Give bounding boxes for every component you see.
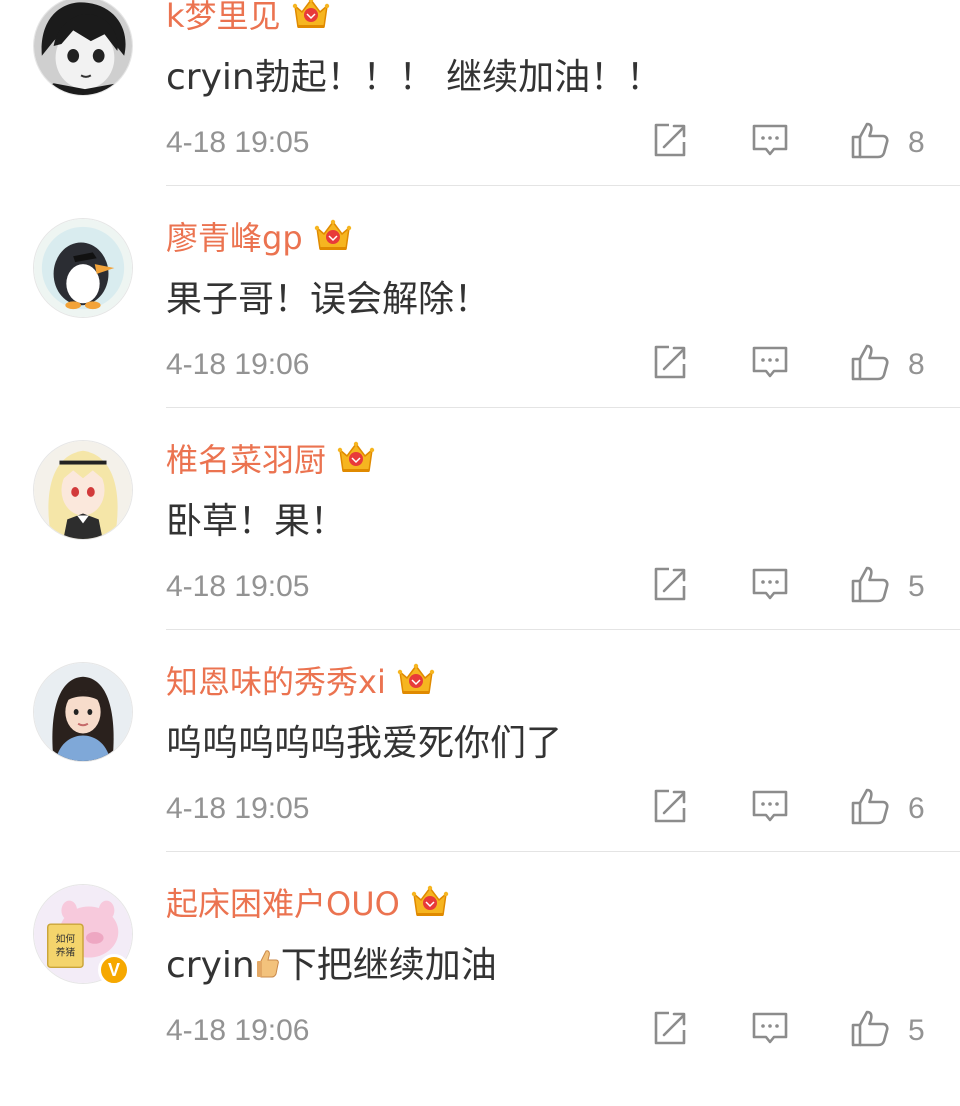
timestamp: 4-18 19:06: [166, 348, 310, 381]
comment-icon: [750, 120, 790, 160]
comment-item: 如何 养猪 V 起床困难户OUO cryin 下把继续加油 4-18 19:06 …: [0, 884, 960, 1106]
comment-text: cryin勃起！！！ 继续加油！！: [166, 57, 663, 98]
username[interactable]: k梦里见: [166, 0, 281, 37]
divider: [166, 851, 960, 852]
like-count: 5: [908, 1014, 925, 1047]
svg-text:如何: 如何: [56, 932, 76, 945]
crown-badge-icon[interactable]: [313, 216, 353, 256]
comment-icon: [750, 786, 790, 826]
crown-badge-icon[interactable]: [291, 0, 331, 34]
svg-text:养猪: 养猪: [56, 946, 76, 959]
avatar[interactable]: [33, 0, 133, 96]
like-icon: [850, 1008, 890, 1048]
divider: [166, 407, 960, 408]
like-icon: [850, 120, 890, 160]
share-icon: [650, 120, 690, 160]
like-count: 5: [908, 570, 925, 603]
crown-badge-icon[interactable]: [396, 660, 436, 700]
share-button[interactable]: [650, 342, 690, 382]
divider: [166, 629, 960, 630]
comment-item: k梦里见 cryin勃起！！！ 继续加油！！ 4-18 19:05 8: [0, 0, 960, 218]
timestamp: 4-18 19:05: [166, 126, 310, 159]
like-count: 8: [908, 126, 925, 159]
username[interactable]: 廖青峰gp: [166, 213, 303, 259]
like-icon: [850, 342, 890, 382]
reply-button[interactable]: [750, 1008, 790, 1048]
share-icon: [650, 564, 690, 604]
comment-icon: [750, 342, 790, 382]
reply-button[interactable]: [750, 120, 790, 160]
thumbs-up-emoji: [256, 950, 279, 978]
reply-button[interactable]: [750, 564, 790, 604]
crown-badge-icon[interactable]: [410, 882, 450, 922]
comment-text: 呜呜呜呜呜我爱死你们了: [166, 723, 563, 764]
reply-button[interactable]: [750, 342, 790, 382]
share-icon: [650, 786, 690, 826]
share-icon: [650, 342, 690, 382]
like-icon: [850, 564, 890, 604]
comment-text: cryin 下把继续加油: [166, 936, 497, 988]
like-button[interactable]: [850, 342, 890, 382]
like-count: 6: [908, 792, 925, 825]
avatar[interactable]: [33, 662, 133, 762]
share-button[interactable]: [650, 1008, 690, 1048]
like-count: 8: [908, 348, 925, 381]
reply-button[interactable]: [750, 786, 790, 826]
share-button[interactable]: [650, 564, 690, 604]
divider: [166, 185, 960, 186]
username[interactable]: 椎名菜羽厨: [166, 435, 326, 481]
share-button[interactable]: [650, 786, 690, 826]
username[interactable]: 起床困难户OUO: [166, 879, 400, 925]
comment-item: 椎名菜羽厨 卧草！果！ 4-18 19:05 5: [0, 440, 960, 662]
share-icon: [650, 1008, 690, 1048]
timestamp: 4-18 19:06: [166, 1014, 310, 1047]
timestamp: 4-18 19:05: [166, 570, 310, 603]
avatar[interactable]: [33, 440, 133, 540]
comment-item: 知恩味的秀秀xi 呜呜呜呜呜我爱死你们了 4-18 19:05 6: [0, 662, 960, 884]
comment-icon: [750, 564, 790, 604]
comment-item: 廖青峰gp 果子哥！误会解除！ 4-18 19:06 8: [0, 218, 960, 440]
comment-text-before: cryin: [166, 945, 255, 986]
verified-badge: V: [98, 954, 130, 986]
comment-text: 卧草！果！: [166, 501, 347, 542]
crown-badge-icon[interactable]: [336, 438, 376, 478]
comment-icon: [750, 1008, 790, 1048]
comment-text: 果子哥！误会解除！: [166, 279, 491, 320]
like-button[interactable]: [850, 120, 890, 160]
like-button[interactable]: [850, 564, 890, 604]
avatar[interactable]: [33, 218, 133, 318]
like-icon: [850, 786, 890, 826]
comment-text-after: 下把继续加油: [280, 945, 497, 986]
timestamp: 4-18 19:05: [166, 792, 310, 825]
like-button[interactable]: [850, 786, 890, 826]
like-button[interactable]: [850, 1008, 890, 1048]
username[interactable]: 知恩味的秀秀xi: [166, 657, 386, 703]
share-button[interactable]: [650, 120, 690, 160]
